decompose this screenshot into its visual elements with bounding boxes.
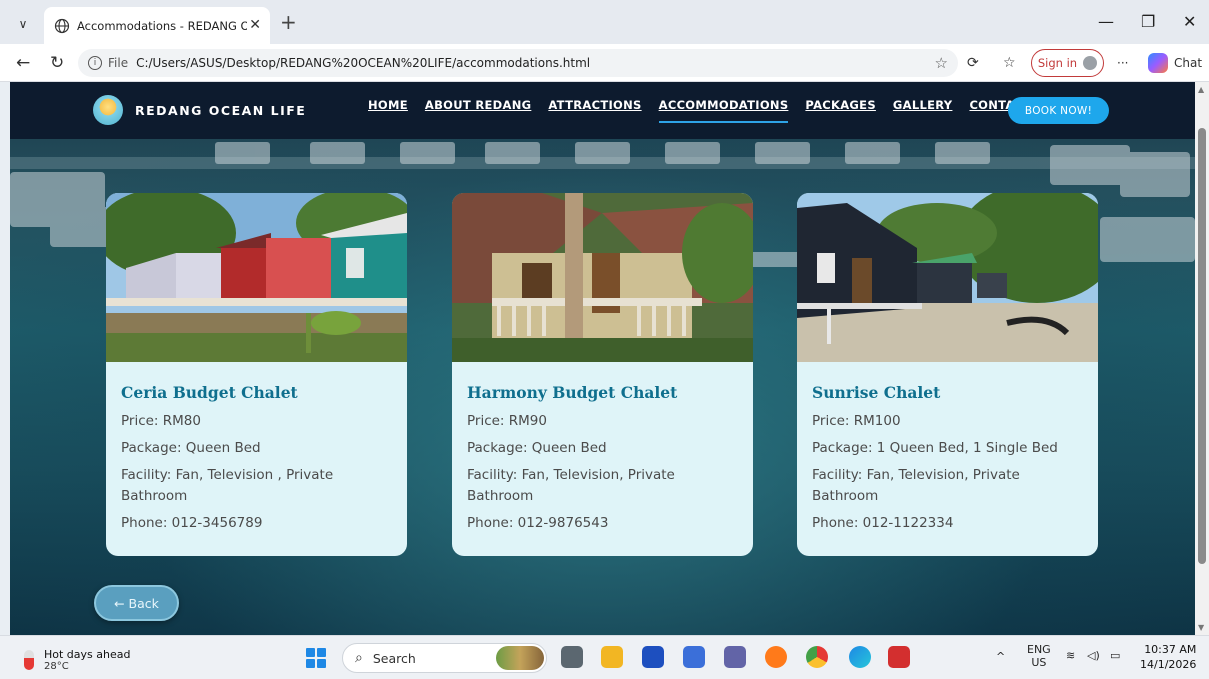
copilot-icon bbox=[1148, 53, 1168, 73]
site-brand[interactable]: REDANG OCEAN LIFE bbox=[93, 95, 306, 125]
chalet-facility: Facility: Fan, Television, Private Bathr… bbox=[467, 467, 675, 504]
favorites-list-icon[interactable]: ☆ bbox=[1003, 55, 1016, 71]
harmony-chalet-photo bbox=[452, 193, 753, 362]
language-indicator[interactable]: ENG US bbox=[1027, 643, 1051, 669]
weather-widget[interactable]: Hot days ahead 28°C bbox=[24, 648, 130, 672]
scrollbar-thumb[interactable] bbox=[1198, 128, 1206, 564]
file-scheme-label: File bbox=[108, 56, 129, 70]
chalet-package: Package: 1 Queen Bed, 1 Single Bed bbox=[812, 440, 1058, 456]
book-now-button[interactable]: BOOK NOW! bbox=[1008, 97, 1109, 124]
browser-tabstrip: ∨ Accommodations - REDANG OCEAN LIFE ✕ +… bbox=[0, 0, 1209, 44]
chalet-name: Sunrise Chalet bbox=[812, 383, 941, 402]
chalet-package: Package: Queen Bed bbox=[121, 440, 261, 456]
show-hidden-icons-chevron-icon[interactable]: ^ bbox=[996, 650, 1005, 663]
task-view-icon[interactable] bbox=[561, 646, 583, 668]
clock-time: 10:37 AM bbox=[1144, 643, 1197, 656]
back-arrow-icon[interactable]: ← bbox=[16, 53, 30, 73]
volume-icon[interactable]: ◁) bbox=[1087, 649, 1100, 662]
weather-title: Hot days ahead bbox=[44, 648, 131, 661]
chalet-name: Harmony Budget Chalet bbox=[467, 383, 678, 402]
nav-home[interactable]: HOME bbox=[368, 98, 408, 112]
windows-start-icon[interactable] bbox=[306, 648, 326, 668]
battery-icon[interactable]: ▭ bbox=[1110, 649, 1120, 662]
extensions-icon[interactable]: ⟳ bbox=[967, 55, 979, 71]
chalet-card-ceria: Ceria Budget Chalet Price: RM80 Package:… bbox=[106, 193, 407, 556]
chalet-facility: Facility: Fan, Television, Private Bathr… bbox=[812, 467, 1020, 504]
globe-icon bbox=[54, 18, 70, 33]
main-menu: HOME ABOUT REDANG ATTRACTIONS ACCOMMODAT… bbox=[368, 98, 1049, 123]
nav-about-redang[interactable]: ABOUT REDANG bbox=[425, 98, 531, 112]
chalet-price: Price: RM80 bbox=[121, 413, 201, 429]
nav-accommodations[interactable]: ACCOMMODATIONS bbox=[658, 98, 789, 123]
more-menu-icon[interactable]: ··· bbox=[1117, 56, 1128, 70]
minimize-icon[interactable]: — bbox=[1098, 12, 1114, 31]
chalet-card-harmony: Harmony Budget Chalet Price: RM90 Packag… bbox=[452, 193, 753, 556]
search-icon: ⌕ bbox=[355, 650, 363, 666]
sunrise-chalet-photo bbox=[797, 193, 1098, 362]
chalet-phone: Phone: 012-9876543 bbox=[467, 515, 609, 531]
chalet-facility: Facility: Fan, Television , Private Bath… bbox=[121, 467, 334, 504]
nav-gallery[interactable]: GALLERY bbox=[893, 98, 953, 112]
file-explorer-icon[interactable] bbox=[601, 646, 623, 668]
thermometer-icon bbox=[24, 650, 34, 670]
chalet-price: Price: RM90 bbox=[467, 413, 547, 429]
palm-island-logo-icon bbox=[93, 95, 123, 125]
page-scrollbar[interactable]: ▲ ▼ bbox=[1195, 82, 1209, 635]
scroll-up-arrow-icon[interactable]: ▲ bbox=[1198, 85, 1204, 94]
lang-bottom: US bbox=[1031, 656, 1047, 669]
microsoft-store-icon[interactable] bbox=[683, 646, 705, 668]
address-toolbar: ← ↻ i File C:/Users/ASUS/Desktop/REDANG%… bbox=[0, 44, 1209, 82]
edge-icon[interactable] bbox=[849, 646, 871, 668]
search-placeholder: Search bbox=[372, 650, 416, 666]
chalet-package: Package: Queen Bed bbox=[467, 440, 607, 456]
tab-actions-chevron-icon[interactable]: ∨ bbox=[10, 11, 36, 37]
restore-icon[interactable]: ❐ bbox=[1141, 12, 1155, 31]
favorite-star-icon[interactable]: ☆ bbox=[935, 54, 948, 72]
taskbar-search[interactable]: ⌕ Search bbox=[342, 643, 547, 673]
clock-date: 14/1/2026 bbox=[1140, 658, 1197, 671]
chat-label: Chat bbox=[1174, 56, 1203, 70]
copilot-chat-button[interactable]: Chat bbox=[1148, 53, 1202, 73]
nav-packages[interactable]: PACKAGES bbox=[805, 98, 876, 112]
sign-in-button[interactable]: Sign in bbox=[1031, 49, 1104, 77]
brand-name: REDANG OCEAN LIFE bbox=[135, 102, 307, 118]
wifi-icon[interactable]: ≋ bbox=[1066, 649, 1075, 662]
new-tab-plus-icon[interactable]: + bbox=[280, 12, 297, 32]
chalet-phone: Phone: 012-1122334 bbox=[812, 515, 954, 531]
windows-taskbar: Hot days ahead 28°C ⌕ Search ^ ENG US ≋ … bbox=[0, 635, 1209, 679]
address-bar[interactable]: i File C:/Users/ASUS/Desktop/REDANG%20OC… bbox=[78, 49, 958, 77]
close-tab-icon[interactable]: ✕ bbox=[249, 17, 261, 33]
lang-top: ENG bbox=[1027, 643, 1051, 656]
info-icon[interactable]: i bbox=[88, 56, 102, 70]
sign-in-label: Sign in bbox=[1037, 56, 1078, 70]
browser-tab-accommodations[interactable]: Accommodations - REDANG OCEAN LIFE ✕ bbox=[44, 7, 270, 44]
chalet-name: Ceria Budget Chalet bbox=[121, 383, 298, 402]
url-text: C:/Users/ASUS/Desktop/REDANG%20OCEAN%20L… bbox=[136, 56, 591, 70]
chrome-icon[interactable] bbox=[806, 646, 828, 668]
app-icon[interactable] bbox=[642, 646, 664, 668]
tab-title: Accommodations - REDANG OCEAN LIFE bbox=[77, 18, 247, 33]
teams-icon[interactable] bbox=[724, 646, 746, 668]
search-highlight-image bbox=[496, 646, 544, 670]
chalet-phone: Phone: 012-3456789 bbox=[121, 515, 263, 531]
site-navbar: REDANG OCEAN LIFE HOME ABOUT REDANG ATTR… bbox=[10, 82, 1195, 139]
opera-icon[interactable] bbox=[888, 646, 910, 668]
chalet-card-sunrise: Sunrise Chalet Price: RM100 Package: 1 Q… bbox=[797, 193, 1098, 556]
system-clock[interactable]: 10:37 AM 14/1/2026 bbox=[1140, 642, 1196, 672]
firefox-icon[interactable] bbox=[765, 646, 787, 668]
refresh-icon[interactable]: ↻ bbox=[50, 53, 64, 73]
page-viewport: REDANG OCEAN LIFE HOME ABOUT REDANG ATTR… bbox=[10, 82, 1195, 635]
scroll-down-arrow-icon[interactable]: ▼ bbox=[1198, 623, 1204, 632]
profile-icon bbox=[1083, 56, 1098, 70]
chalet-price: Price: RM100 bbox=[812, 413, 901, 429]
back-button[interactable]: ← Back bbox=[94, 585, 179, 621]
close-window-icon[interactable]: ✕ bbox=[1183, 12, 1196, 31]
weather-temp: 28°C bbox=[44, 661, 69, 672]
nav-attractions[interactable]: ATTRACTIONS bbox=[548, 98, 641, 112]
ceria-chalet-photo bbox=[106, 193, 407, 362]
